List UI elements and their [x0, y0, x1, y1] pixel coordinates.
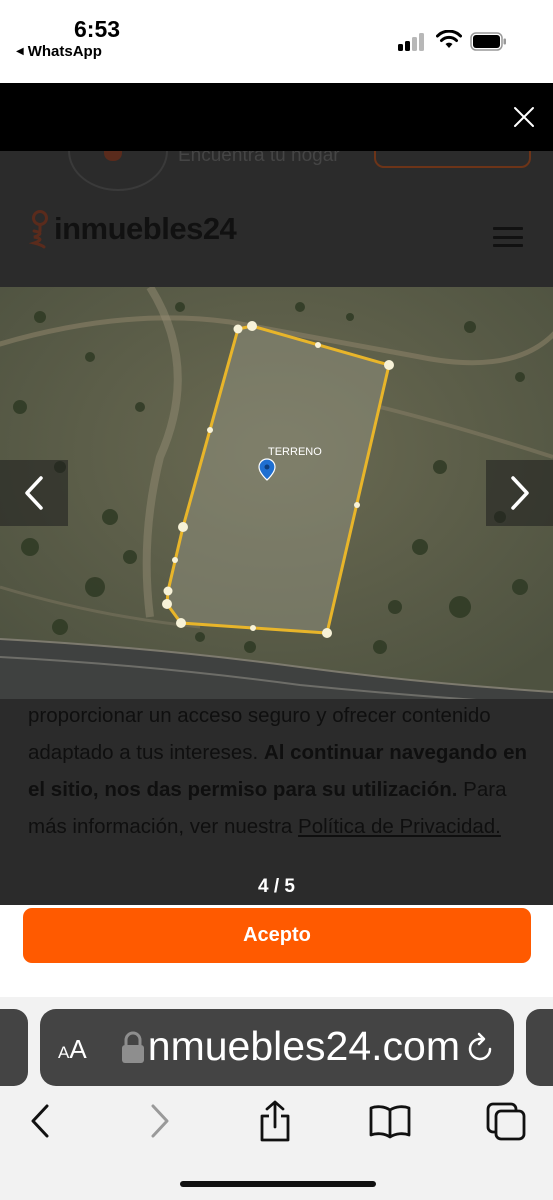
address-bar[interactable]: AA inmuebles24.com — [40, 1009, 514, 1086]
cookie-notice: proporcionar un acceso seguro y ofrecer … — [0, 699, 553, 905]
status-bar: 6:53 ◀ WhatsApp — [0, 0, 553, 83]
text-size-large: A — [69, 1034, 87, 1064]
gallery-top-bar — [0, 83, 553, 151]
browser-bottom-bar: AA inmuebles24.com — [0, 997, 553, 1200]
reload-icon[interactable] — [466, 1031, 496, 1063]
back-icon — [31, 1104, 49, 1138]
browser-toolbar — [0, 1099, 553, 1149]
forward-icon — [151, 1104, 169, 1138]
site-header: inmuebles24 — [0, 195, 553, 287]
satellite-image: TERRENO — [0, 287, 553, 699]
site-logo[interactable]: inmuebles24 — [28, 209, 237, 249]
lock-icon — [122, 1031, 144, 1063]
clock: 6:53 — [74, 16, 121, 42]
cookie-paragraph: proporcionar un acceso seguro y ofrecer … — [28, 699, 528, 845]
location-pin-logo-icon — [28, 210, 48, 249]
next-photo-button[interactable] — [486, 460, 553, 526]
previous-photo-button[interactable] — [0, 460, 68, 526]
back-triangle-icon: ◀ — [16, 46, 24, 57]
property-photo[interactable]: TERRENO — [0, 287, 553, 699]
photo-counter: 4 / 5 — [258, 876, 295, 897]
banner-cta-outline — [374, 151, 531, 168]
cookie-actions: Acepto — [0, 905, 553, 997]
close-icon — [514, 107, 534, 127]
close-gallery-button[interactable] — [509, 99, 539, 135]
back-app-label: WhatsApp — [27, 43, 102, 60]
bookmarks-button[interactable] — [368, 1099, 412, 1143]
bookmarks-icon — [369, 1105, 411, 1139]
tabs-button[interactable] — [484, 1099, 528, 1143]
chevron-left-icon — [25, 476, 43, 510]
back-to-app-link[interactable]: ◀ WhatsApp — [16, 43, 102, 60]
next-tab-preview[interactable] — [526, 1009, 553, 1086]
cellular-signal-icon — [398, 33, 426, 51]
parcel-label: TERRENO — [268, 446, 322, 458]
privacy-policy-link[interactable]: Política de Privacidad. — [298, 815, 501, 838]
share-icon — [260, 1100, 290, 1142]
text-size-button[interactable]: AA — [58, 1034, 87, 1065]
banner-tagline: Encuentra tu hogar — [178, 151, 340, 166]
forward-button[interactable] — [138, 1099, 182, 1143]
back-button[interactable] — [18, 1099, 62, 1143]
dimmed-site-banner: Encuentra tu hogar — [0, 151, 553, 195]
previous-tab-preview[interactable] — [0, 1009, 28, 1086]
share-button[interactable] — [253, 1099, 297, 1143]
wifi-icon — [436, 30, 462, 48]
battery-icon — [470, 32, 506, 51]
menu-button[interactable] — [493, 227, 523, 247]
menu-icon — [493, 227, 523, 230]
tabs-icon — [486, 1102, 526, 1141]
text-size-small: A — [58, 1043, 70, 1062]
logo-wordmark: inmuebles24 — [54, 211, 237, 246]
chevron-right-icon — [511, 476, 529, 510]
accept-button[interactable]: Acepto — [23, 908, 531, 963]
url-text: inmuebles24.com — [150, 1023, 460, 1069]
home-indicator — [180, 1181, 376, 1187]
